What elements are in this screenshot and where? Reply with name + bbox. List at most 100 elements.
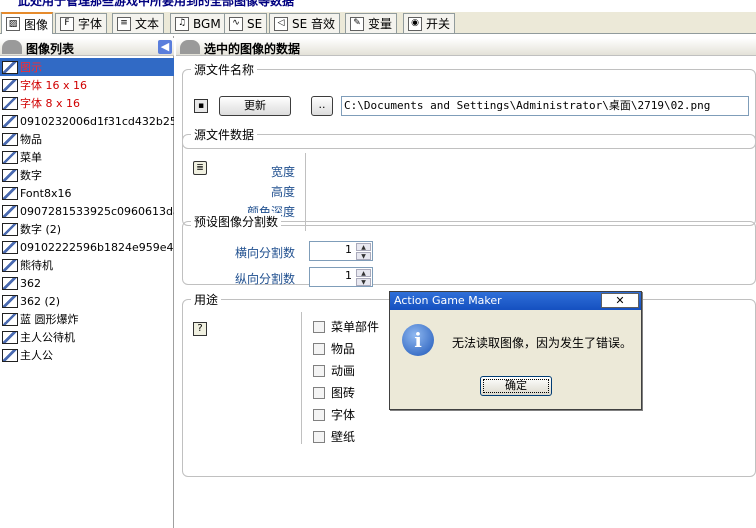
split-group: 预设图像分割数 横向分割数 1 ▲ ▼ 纵向分割数 1 ▲ ▼	[182, 213, 756, 287]
image-file-icon	[2, 150, 18, 164]
usage-option-menu-part[interactable]: 菜单部件	[313, 318, 379, 335]
vertical-split-stepper[interactable]: 1 ▲ ▼	[309, 267, 373, 287]
vertical-split-label: 纵向分割数	[234, 272, 295, 286]
image-list-item[interactable]: 数字 (2)	[0, 220, 174, 238]
image-list: 图示字体 16 x 16 字体 8 x 16 0910232006d1f31cd43…	[0, 58, 174, 364]
speaker-icon: ◁	[274, 16, 288, 31]
variable-icon: ✎	[350, 16, 364, 31]
image-list-item-label: 图示	[20, 61, 42, 74]
usage-option-font[interactable]: 字体	[313, 406, 355, 423]
image-list-item-label: 数字	[20, 169, 42, 182]
dialog-title: Action Game Maker	[394, 294, 502, 307]
image-file-icon	[2, 276, 18, 290]
update-button[interactable]: 更新	[219, 96, 291, 116]
font-icon: F	[60, 16, 74, 31]
image-detail-header: 选中的图像的数据	[176, 38, 756, 56]
spin-down-icon[interactable]: ▼	[356, 278, 371, 286]
usage-option-animation[interactable]: 动画	[313, 362, 355, 379]
image-file-icon	[2, 78, 18, 92]
image-file-icon	[2, 258, 18, 272]
image-file-icon	[2, 96, 18, 110]
vertical-split-value: 1	[345, 269, 352, 282]
image-list-item[interactable]: Font8x16	[0, 184, 174, 202]
browse-button[interactable]: ..	[311, 96, 333, 116]
tab-label: 开关	[426, 17, 451, 31]
tab-se-sound[interactable]: ◁ SE 音效	[269, 13, 341, 33]
source-path-field[interactable]: C:\Documents and Settings\Administrator\…	[341, 96, 749, 116]
info-icon: i	[402, 324, 434, 356]
usage-option-item[interactable]: 物品	[313, 340, 355, 357]
image-list-item[interactable]: 字体 16 x 16	[0, 76, 174, 94]
tab-label: 文本	[135, 17, 160, 31]
image-list-item[interactable]: 362 (2)	[0, 292, 174, 310]
image-list-item[interactable]: 蓝 圆形爆炸	[0, 310, 174, 328]
horizontal-split-label: 横向分割数	[234, 246, 295, 260]
image-file-icon	[2, 240, 18, 254]
tab-switch[interactable]: ◉ 开关	[403, 13, 456, 33]
image-list-item-label: 0910232006d1f31cd432b251f0	[20, 114, 174, 128]
usage-option-tile[interactable]: 图砖	[313, 384, 355, 401]
checkbox[interactable]	[313, 386, 325, 399]
image-file-icon	[2, 294, 18, 308]
spin-up-icon[interactable]: ▲	[356, 243, 371, 251]
image-file-icon	[2, 204, 18, 218]
source-data-legend: 源文件数据	[191, 126, 258, 143]
checkbox[interactable]	[313, 320, 325, 333]
usage-option-wallpaper[interactable]: 壁纸	[313, 428, 355, 445]
image-icon: ▨	[6, 17, 20, 31]
panel-knob-icon	[180, 40, 200, 54]
image-list-item-label: Font8x16	[20, 186, 72, 200]
spin-down-icon[interactable]: ▼	[356, 252, 371, 260]
image-list-item[interactable]: 字体 8 x 16	[0, 94, 174, 112]
tab-se[interactable]: ∿ SE	[224, 13, 268, 33]
close-button[interactable]: ✕	[601, 293, 639, 308]
tab-bgm[interactable]: ♫ BGM	[170, 13, 226, 33]
collapse-arrow-icon[interactable]: ◀	[158, 40, 172, 54]
top-banner-text: 此处用于管理那些游戏中所要用到的全部图像等数据	[18, 0, 295, 8]
checkbox[interactable]	[313, 342, 325, 355]
source-name-legend: 源文件名称	[191, 61, 258, 78]
image-list-item-label: 主人公	[20, 349, 53, 362]
tab-label: 变量	[368, 17, 393, 31]
usage-option-label: 图砖	[331, 386, 356, 400]
tab-text[interactable]: ≡ 文本	[112, 13, 165, 33]
image-list-item[interactable]: 熊待机	[0, 256, 174, 274]
image-list-item[interactable]: 0907281533925c0960613da87f	[0, 202, 174, 220]
image-list-item[interactable]: 09102222596b1824e959e47432	[0, 238, 174, 256]
image-list-item[interactable]: 图示	[0, 58, 174, 76]
image-list-item[interactable]: 物品	[0, 130, 174, 148]
image-list-item-label: 数字 (2)	[20, 223, 62, 236]
image-list-item-label: 物品	[20, 133, 42, 146]
text-icon: ≡	[117, 16, 131, 31]
checkbox[interactable]	[313, 364, 325, 377]
spin-up-icon[interactable]: ▲	[356, 269, 371, 277]
image-list-item[interactable]: 菜单	[0, 148, 174, 166]
panel-knob-icon	[2, 40, 22, 54]
save-disk-icon: ▪	[194, 99, 208, 113]
checkbox[interactable]	[313, 408, 325, 421]
image-list-item[interactable]: 数字	[0, 166, 174, 184]
image-list-item-label: 362	[20, 276, 41, 290]
checkbox[interactable]	[313, 430, 325, 443]
tab-image[interactable]: ▨ 图像	[1, 12, 54, 34]
document-icon: ≣	[193, 161, 207, 175]
tab-label: 字体	[78, 17, 103, 31]
image-list-item[interactable]: 主人公	[0, 346, 174, 364]
ok-button[interactable]: 确定	[480, 376, 552, 396]
horizontal-split-stepper[interactable]: 1 ▲ ▼	[309, 241, 373, 261]
dialog-message: 无法读取图像，因为发生了错误。	[452, 336, 633, 350]
usage-option-label: 物品	[331, 342, 356, 356]
tab-label: 图像	[24, 17, 49, 32]
image-file-icon	[2, 168, 18, 182]
usage-legend: 用途	[191, 291, 222, 308]
image-list-item-label: 字体 8 x 16	[20, 97, 80, 110]
tab-label: SE 音效	[292, 17, 336, 31]
image-list-item[interactable]: 主人公待机	[0, 328, 174, 346]
image-detail-panel: 选中的图像的数据 源文件名称 ▪ 更新 .. C:\Documents and …	[176, 36, 756, 528]
image-file-icon	[2, 312, 18, 326]
tab-variable[interactable]: ✎ 变量	[345, 13, 398, 33]
image-file-icon	[2, 114, 18, 128]
tab-font[interactable]: F 字体	[55, 13, 108, 33]
image-list-item[interactable]: 362	[0, 274, 174, 292]
image-list-item[interactable]: 0910232006d1f31cd432b251f0	[0, 112, 174, 130]
